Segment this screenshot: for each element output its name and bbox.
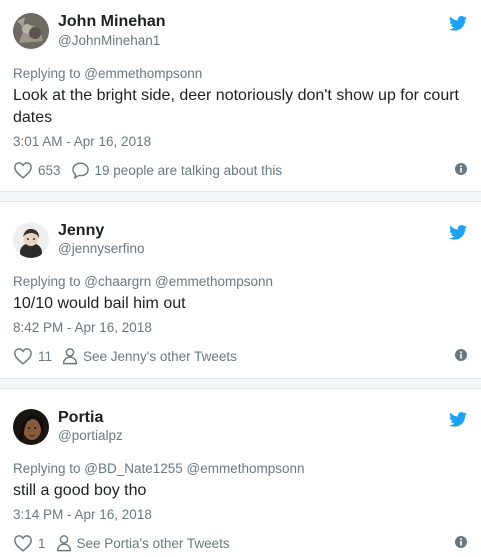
tweet-text: still a good boy tho bbox=[13, 482, 147, 499]
tweet-actions: 11 See Jenny's other Tweets bbox=[13, 346, 247, 366]
twitter-bird-icon[interactable] bbox=[449, 16, 467, 31]
conversation-label: 19 people are talking about this bbox=[94, 162, 283, 178]
author-handle[interactable]: @JohnMinehan1 bbox=[58, 33, 160, 48]
author-name[interactable]: Portia bbox=[58, 409, 103, 427]
like-count: 11 bbox=[38, 348, 53, 364]
tweet-card[interactable]: John Minehan @JohnMinehan1 Replying to @… bbox=[0, 0, 481, 191]
reply-bubble-icon bbox=[71, 162, 89, 179]
like-button[interactable]: 11 bbox=[13, 347, 52, 365]
avatar[interactable] bbox=[13, 222, 49, 258]
heart-icon bbox=[14, 535, 32, 552]
tweet-timestamp[interactable]: 8:42 PM - Apr 16, 2018 bbox=[13, 320, 152, 335]
like-count: 653 bbox=[38, 162, 61, 178]
tweet-divider bbox=[0, 191, 481, 202]
conversation-link[interactable]: 19 people are talking about this bbox=[71, 161, 283, 179]
tweet-card[interactable]: Portia @portialpz Replying to @BD_Nate12… bbox=[0, 389, 481, 557]
person-icon bbox=[56, 535, 71, 552]
author-handle[interactable]: @portialpz bbox=[58, 428, 123, 443]
tweet-actions: 1 See Portia's other Tweets bbox=[13, 533, 240, 553]
heart-icon bbox=[14, 348, 32, 365]
tweet-text: 10/10 would bail him out bbox=[13, 295, 186, 312]
heart-icon bbox=[14, 162, 32, 179]
person-icon bbox=[62, 348, 78, 365]
info-icon[interactable] bbox=[455, 349, 467, 361]
other-tweets-link[interactable]: See Jenny's other Tweets bbox=[62, 347, 237, 365]
info-icon[interactable] bbox=[455, 536, 467, 548]
twitter-bird-icon[interactable] bbox=[449, 225, 467, 240]
info-icon[interactable] bbox=[455, 163, 467, 175]
twitter-bird-icon[interactable] bbox=[449, 412, 467, 427]
tweet-card[interactable]: Jenny @jennyserfino Replying to @chaargr… bbox=[0, 202, 481, 378]
like-button[interactable]: 1 bbox=[13, 534, 46, 552]
author-name[interactable]: Jenny bbox=[58, 222, 104, 240]
tweet-timestamp[interactable]: 3:01 AM - Apr 16, 2018 bbox=[13, 134, 151, 149]
replying-to-label[interactable]: Replying to @emmethompsonn bbox=[13, 66, 202, 81]
tweet-text: Look at the bright side, deer notoriousl… bbox=[13, 87, 459, 126]
avatar[interactable] bbox=[13, 409, 49, 445]
like-button[interactable]: 653 bbox=[13, 161, 61, 179]
other-tweets-label: See Portia's other Tweets bbox=[76, 535, 230, 551]
like-count: 1 bbox=[38, 535, 46, 551]
other-tweets-label: See Jenny's other Tweets bbox=[83, 348, 237, 364]
avatar[interactable] bbox=[13, 13, 49, 49]
author-handle[interactable]: @jennyserfino bbox=[58, 241, 145, 256]
replying-to-label[interactable]: Replying to @chaargrn @emmethompsonn bbox=[13, 274, 273, 289]
tweet-actions: 653 19 people are talking about this bbox=[13, 160, 292, 180]
other-tweets-link[interactable]: See Portia's other Tweets bbox=[56, 534, 230, 552]
tweet-timestamp[interactable]: 3:14 PM - Apr 16, 2018 bbox=[13, 507, 152, 522]
replying-to-label[interactable]: Replying to @BD_Nate1255 @emmethompsonn bbox=[13, 461, 305, 476]
author-name[interactable]: John Minehan bbox=[58, 13, 166, 31]
tweet-divider bbox=[0, 378, 481, 389]
